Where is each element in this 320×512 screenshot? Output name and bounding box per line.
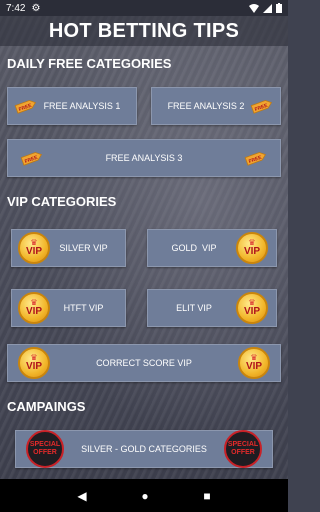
- vip-badge-text: VIP: [243, 306, 261, 317]
- vip-badge-icon: ♛ VIP: [18, 292, 50, 324]
- special-offer-badge-icon: SPECIAL OFFER: [26, 430, 64, 468]
- silver-gold-categories-label: SILVER - GOLD CATEGORIES: [81, 444, 207, 454]
- signal-icon: [263, 3, 272, 13]
- vip-badge-text: VIP: [243, 246, 261, 257]
- app-bar: HOT BETTING TIPS: [0, 16, 288, 46]
- vip-badge-icon: ♛ VIP: [236, 232, 268, 264]
- settings-gear-icon: ⚙: [31, 2, 41, 14]
- correct-score-vip-button[interactable]: ♛ VIP CORRECT SCORE VIP ♛ VIP: [7, 344, 281, 382]
- gold-vip-button[interactable]: GOLD VIP ♛ VIP: [147, 229, 277, 267]
- vip-badge-icon: ♛ VIP: [18, 232, 50, 264]
- offer-line2: OFFER: [231, 449, 255, 456]
- vip-badge-text: VIP: [245, 361, 263, 372]
- vip-badge-icon: ♛ VIP: [236, 292, 268, 324]
- silver-vip-label: SILVER VIP: [59, 243, 108, 253]
- back-icon[interactable]: ◀: [77, 489, 86, 503]
- free-analysis-2-button[interactable]: FREE ANALYSIS 2 FREE: [151, 87, 281, 125]
- special-offer-badge-icon: SPECIAL OFFER: [224, 430, 262, 468]
- vip-badge-text: VIP: [25, 306, 43, 317]
- free-tag-icon: FREE: [250, 100, 272, 114]
- status-bar: 7:42 ⚙: [0, 0, 288, 16]
- offer-line1: SPECIAL: [29, 441, 61, 448]
- elit-vip-label: ELIT VIP: [176, 303, 212, 313]
- battery-icon: [276, 3, 282, 13]
- free-analysis-1-label: FREE ANALYSIS 1: [43, 101, 121, 111]
- vip-badge-icon: ♛ VIP: [238, 347, 270, 379]
- free-analysis-1-button[interactable]: FREE FREE ANALYSIS 1: [7, 87, 137, 125]
- free-tag-icon: FREE: [244, 152, 266, 166]
- home-icon[interactable]: ●: [141, 489, 148, 503]
- navigation-bar: ◀ ● ■: [0, 479, 288, 512]
- free-tag-icon: FREE: [20, 152, 42, 166]
- app-title: HOT BETTING TIPS: [48, 19, 240, 42]
- offer-line1: SPECIAL: [227, 441, 259, 448]
- silver-gold-categories-button[interactable]: SPECIAL OFFER SILVER - GOLD CATEGORIES S…: [15, 430, 273, 468]
- vip-badge-text: VIP: [25, 246, 43, 257]
- campaigns-title: CAMPAINGS: [7, 399, 86, 414]
- recents-icon[interactable]: ■: [203, 489, 210, 503]
- free-tag-icon: FREE: [14, 100, 36, 114]
- htft-vip-button[interactable]: ♛ VIP HTFT VIP: [11, 289, 126, 327]
- free-analysis-3-label: FREE ANALYSIS 3: [105, 153, 183, 163]
- vip-badge-icon: ♛ VIP: [18, 347, 50, 379]
- vip-categories-title: VIP CATEGORIES: [7, 194, 117, 209]
- wifi-icon: [249, 3, 259, 13]
- daily-free-title: DAILY FREE CATEGORIES: [7, 56, 172, 71]
- silver-vip-button[interactable]: ♛ VIP SILVER VIP: [11, 229, 126, 267]
- vip-badge-text: VIP: [25, 361, 43, 372]
- htft-vip-label: HTFT VIP: [63, 303, 104, 313]
- elit-vip-button[interactable]: ELIT VIP ♛ VIP: [147, 289, 277, 327]
- offer-line2: OFFER: [33, 449, 57, 456]
- free-analysis-2-label: FREE ANALYSIS 2: [167, 101, 245, 111]
- correct-score-vip-label: CORRECT SCORE VIP: [96, 358, 192, 368]
- free-analysis-3-button[interactable]: FREE FREE ANALYSIS 3 FREE: [7, 139, 281, 177]
- gold-vip-label: GOLD VIP: [171, 243, 217, 253]
- status-time: 7:42: [6, 2, 26, 14]
